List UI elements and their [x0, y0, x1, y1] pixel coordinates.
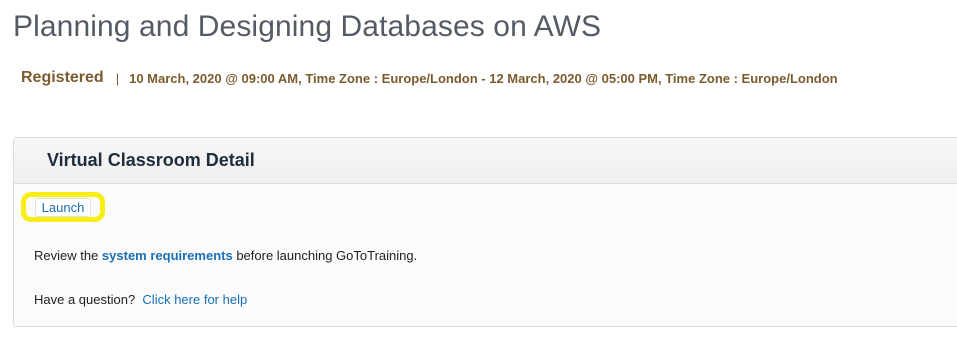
virtual-classroom-panel: Virtual Classroom Detail Launch Review t…	[13, 137, 957, 327]
review-line: Review the system requirements before la…	[34, 248, 417, 263]
registration-status: Registered	[21, 69, 104, 86]
panel-title: Virtual Classroom Detail	[47, 150, 255, 170]
meta-separator: |	[115, 70, 120, 86]
question-line: Have a question? Click here for help	[34, 292, 247, 307]
review-prefix: Review the	[34, 248, 102, 263]
help-link[interactable]: Click here for help	[142, 292, 247, 307]
course-meta: Registered | 10 March, 2020 @ 09:00 AM, …	[21, 67, 838, 89]
review-suffix: before launching GoToTraining.	[232, 248, 418, 263]
page: Planning and Designing Databases on AWS …	[0, 0, 957, 349]
launch-button[interactable]: Launch	[34, 197, 92, 217]
course-title: Planning and Designing Databases on AWS	[13, 10, 602, 43]
course-dates: 10 March, 2020 @ 09:00 AM, Time Zone : E…	[129, 70, 838, 86]
question-prefix: Have a question?	[34, 292, 136, 307]
system-requirements-link[interactable]: system requirements	[102, 248, 233, 263]
launch-highlight: Launch	[21, 192, 105, 222]
panel-header: Virtual Classroom Detail	[14, 138, 957, 184]
